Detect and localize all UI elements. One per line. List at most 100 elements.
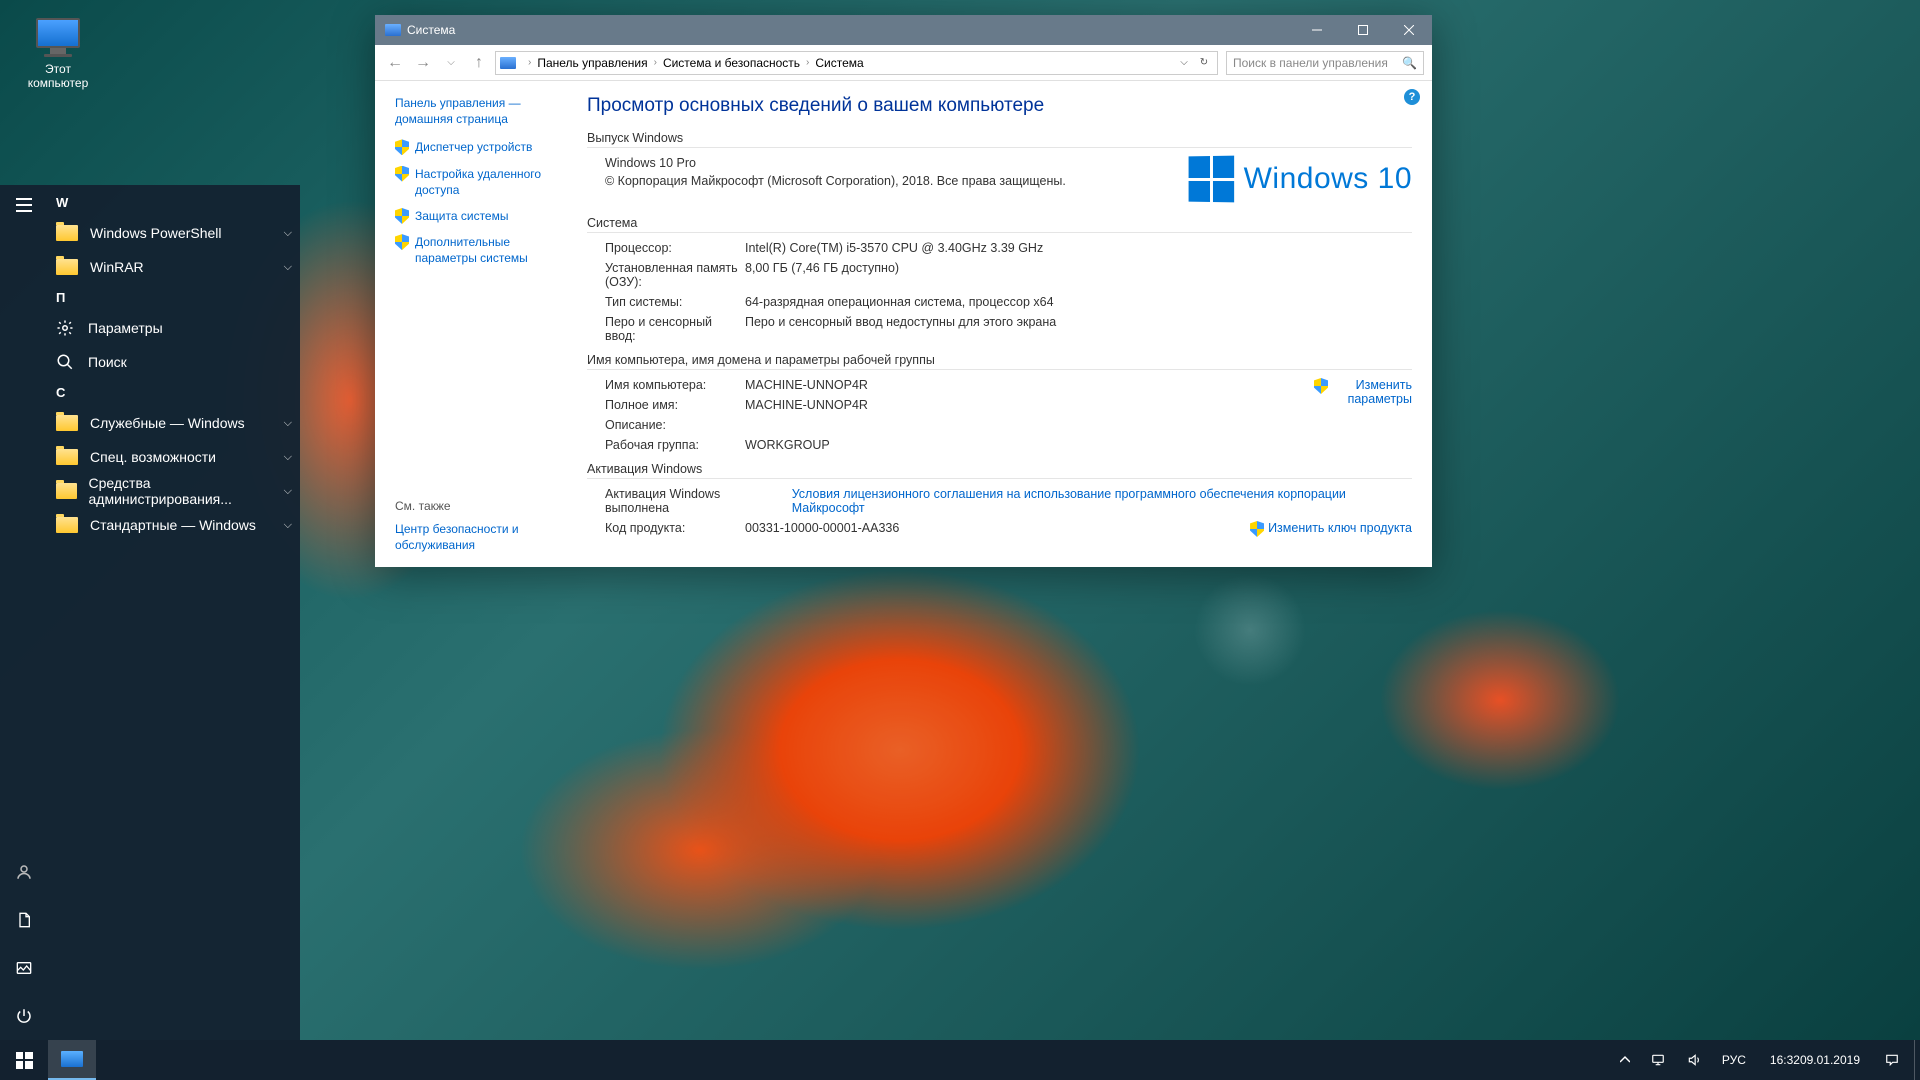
rail-documents-button[interactable] — [0, 896, 48, 944]
sidebar-device-manager-link[interactable]: Диспетчер устройств — [395, 139, 565, 155]
sidebar-advanced-settings-link[interactable]: Дополнительные параметры системы — [395, 234, 565, 266]
license-terms-link[interactable]: Условия лицензионного соглашения на испо… — [792, 487, 1412, 515]
list-header-p[interactable]: П — [48, 284, 300, 311]
tray-action-center-button[interactable] — [1880, 1040, 1904, 1080]
see-also-section: См. также Центр безопасности и обслужива… — [395, 499, 575, 553]
see-also-security-link[interactable]: Центр безопасности и обслуживания — [395, 521, 575, 553]
chevron-down-icon: ⌵ — [284, 261, 292, 274]
change-settings-link[interactable]: Изменить параметры — [1314, 378, 1412, 406]
page-title: Просмотр основных сведений о вашем компь… — [587, 95, 1412, 117]
start-item-search[interactable]: Поиск — [48, 345, 300, 379]
list-header-s[interactable]: С — [48, 379, 300, 406]
search-icon — [56, 353, 74, 371]
search-input[interactable]: Поиск в панели управления 🔍 — [1226, 51, 1424, 75]
chevron-right-icon: › — [528, 57, 531, 68]
desktop-icon-this-pc[interactable]: Этот компьютер — [18, 18, 98, 90]
section-header-activation: Активация Windows — [587, 462, 1412, 479]
windows-logo-icon — [1188, 156, 1234, 203]
maximize-icon — [1358, 25, 1368, 35]
rail-pictures-button[interactable] — [0, 944, 48, 992]
section-header-edition: Выпуск Windows — [587, 131, 1412, 148]
system-icon — [385, 24, 401, 36]
value-pen-touch: Перо и сенсорный ввод недоступны для это… — [745, 315, 1412, 343]
breadcrumb-item[interactable]: Система — [815, 56, 863, 70]
help-button[interactable]: ? — [1404, 89, 1420, 105]
label-product-key: Код продукта: — [605, 521, 745, 535]
chevron-down-icon: ⌵ — [284, 227, 292, 240]
start-item-system-tools[interactable]: Служебные — Windows⌵ — [48, 406, 300, 440]
chevron-down-icon: ⌵ — [284, 485, 292, 498]
label-pen-touch: Перо и сенсорный ввод: — [605, 315, 745, 343]
value-description — [745, 418, 1412, 432]
start-item-accessories[interactable]: Стандартные — Windows⌵ — [48, 508, 300, 542]
sidebar-system-protection-link[interactable]: Защита системы — [395, 208, 565, 224]
rail-power-button[interactable] — [0, 992, 48, 1040]
value-full-name: MACHINE-UNNOP4R — [745, 398, 1412, 412]
value-system-type: 64-разрядная операционная система, проце… — [745, 295, 1412, 309]
computer-icon — [34, 18, 82, 58]
window-titlebar[interactable]: Система — [375, 15, 1432, 45]
start-menu: W Windows PowerShell⌵ WinRAR⌵ П Параметр… — [0, 185, 300, 1040]
sidebar-home-link[interactable]: Панель управления — домашняя страница — [395, 95, 565, 127]
label-cpu: Процессор: — [605, 241, 745, 255]
activation-status: Активация Windows выполнена — [605, 487, 785, 515]
desktop: Этот компьютер W Windows PowerShell⌵ — [0, 0, 1920, 1040]
window-close-button[interactable] — [1386, 15, 1432, 45]
window-maximize-button[interactable] — [1340, 15, 1386, 45]
window-minimize-button[interactable] — [1294, 15, 1340, 45]
tray-clock[interactable]: 16:3209.01.2019 — [1762, 1040, 1868, 1080]
start-item-accessibility[interactable]: Спец. возможности⌵ — [48, 440, 300, 474]
tray-volume-button[interactable] — [1682, 1040, 1706, 1080]
windows-logo: Windows 10 — [1188, 156, 1412, 202]
folder-icon — [56, 259, 78, 275]
start-item-winrar[interactable]: WinRAR⌵ — [48, 250, 300, 284]
start-menu-expand-button[interactable] — [0, 185, 48, 225]
chevron-right-icon: › — [806, 57, 809, 68]
section-header-computer-name: Имя компьютера, имя домена и параметры р… — [587, 353, 1412, 370]
notification-icon — [1884, 1053, 1900, 1067]
sidebar-remote-settings-link[interactable]: Настройка удаленного доступа — [395, 166, 565, 198]
system-app-icon — [61, 1051, 83, 1067]
gear-icon — [56, 319, 74, 337]
value-ram: 8,00 ГБ (7,46 ГБ доступно) — [745, 261, 1412, 289]
label-description: Описание: — [605, 418, 745, 432]
breadcrumb-refresh-button[interactable]: ↻ — [1195, 53, 1213, 73]
taskbar-app-system[interactable] — [48, 1040, 96, 1080]
label-system-type: Тип системы: — [605, 295, 745, 309]
tray-language-button[interactable]: РУС — [1718, 1040, 1750, 1080]
show-desktop-button[interactable] — [1914, 1040, 1920, 1080]
user-icon — [15, 863, 33, 881]
window-title: Система — [407, 23, 455, 37]
network-icon — [1650, 1053, 1666, 1067]
minimize-icon — [1312, 25, 1322, 35]
control-panel-icon — [500, 57, 516, 69]
folder-icon — [56, 415, 78, 431]
start-item-powershell[interactable]: Windows PowerShell⌵ — [48, 216, 300, 250]
breadcrumb-item[interactable]: Панель управления — [537, 56, 647, 70]
list-header-w[interactable]: W — [48, 189, 300, 216]
sidebar: Панель управления — домашняя страница Ди… — [375, 81, 575, 567]
start-item-settings[interactable]: Параметры — [48, 311, 300, 345]
breadcrumb-item[interactable]: Система и безопасность — [663, 56, 800, 70]
shield-icon — [1314, 378, 1328, 394]
breadcrumb[interactable]: › Панель управления › Система и безопасн… — [495, 51, 1218, 75]
label-workgroup: Рабочая группа: — [605, 438, 745, 452]
change-product-key-link[interactable]: Изменить ключ продукта — [1250, 521, 1412, 537]
breadcrumb-dropdown-button[interactable]: ⌵ — [1175, 53, 1193, 73]
picture-icon — [15, 960, 33, 976]
taskbar: РУС 16:3209.01.2019 — [0, 1040, 1920, 1080]
rail-user-button[interactable] — [0, 848, 48, 896]
nav-up-button[interactable]: ↑ — [467, 51, 491, 75]
nav-back-button[interactable]: ← — [383, 51, 407, 75]
start-button[interactable] — [0, 1040, 48, 1080]
windows-icon — [16, 1052, 33, 1069]
tray-network-button[interactable] — [1646, 1040, 1670, 1080]
value-workgroup: WORKGROUP — [745, 438, 1412, 452]
start-menu-app-list: W Windows PowerShell⌵ WinRAR⌵ П Параметр… — [48, 185, 300, 1040]
tray-overflow-button[interactable] — [1616, 1040, 1634, 1080]
nav-forward-button[interactable]: → — [411, 51, 435, 75]
search-placeholder: Поиск в панели управления — [1233, 56, 1388, 70]
start-item-admin-tools[interactable]: Средства администрирования...⌵ — [48, 474, 300, 508]
nav-recent-button[interactable]: ⌵ — [439, 51, 463, 75]
desktop-icon-label: Этот компьютер — [18, 62, 98, 90]
